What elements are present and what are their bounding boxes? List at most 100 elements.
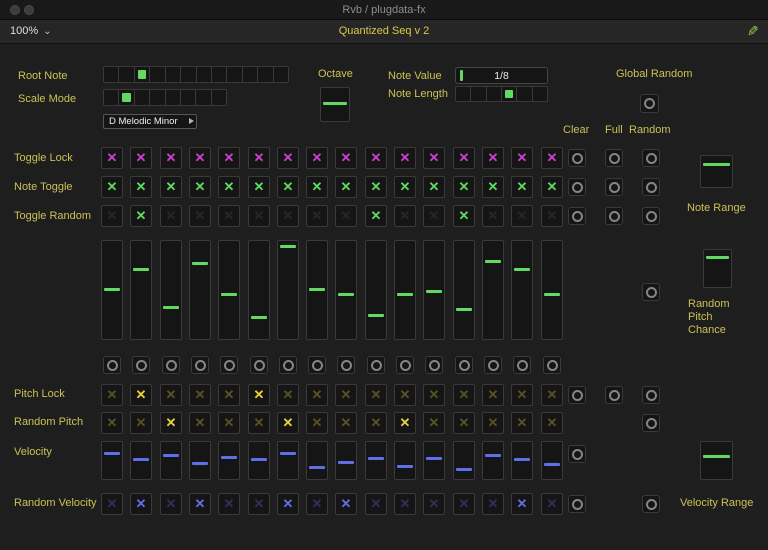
random-pitch-toggle[interactable]: ✕ (335, 412, 357, 434)
edit-pencil-icon[interactable]: ✎ (747, 23, 759, 40)
toggle-lock-toggle[interactable]: ✕ (335, 147, 357, 169)
toggle-lock-toggle[interactable]: ✕ (101, 147, 123, 169)
velocity-slider[interactable] (189, 441, 211, 480)
random-pitch-toggle[interactable]: ✕ (511, 412, 533, 434)
radio-cell[interactable] (517, 87, 533, 101)
velocity-slider[interactable] (482, 441, 504, 480)
random-pitch-toggle[interactable]: ✕ (394, 412, 416, 434)
random-pitch-chance-bang[interactable] (642, 283, 660, 301)
random-pitch-chance-slider[interactable] (703, 249, 732, 288)
toggle-lock-full-bang[interactable] (605, 149, 623, 167)
pitch-lock-toggle[interactable]: ✕ (541, 384, 563, 406)
toggle-lock-toggle[interactable]: ✕ (248, 147, 270, 169)
note-toggle-toggle[interactable]: ✕ (160, 176, 182, 198)
random-velocity-toggle[interactable]: ✕ (453, 493, 475, 515)
random-velocity-toggle[interactable]: ✕ (482, 493, 504, 515)
random-velocity-toggle[interactable]: ✕ (160, 493, 182, 515)
toggle-random-toggle[interactable]: ✕ (306, 205, 328, 227)
note-range-slider[interactable] (700, 155, 733, 188)
pitch-lock-toggle[interactable]: ✕ (101, 384, 123, 406)
note-toggle-toggle[interactable]: ✕ (453, 176, 475, 198)
pitch-lock-toggle[interactable]: ✕ (453, 384, 475, 406)
velocity-slider[interactable] (335, 441, 357, 480)
scale-mode-radio[interactable] (103, 89, 227, 106)
pitch-lock-full-bang[interactable] (605, 386, 623, 404)
random-velocity-toggle[interactable]: ✕ (511, 493, 533, 515)
toggle-random-toggle[interactable]: ✕ (160, 205, 182, 227)
pitch-slider[interactable] (218, 240, 240, 340)
note-toggle-toggle[interactable]: ✕ (130, 176, 152, 198)
toggle-lock-clear-bang[interactable] (568, 149, 586, 167)
velocity-range-slider[interactable] (700, 441, 733, 480)
toggle-random-toggle[interactable]: ✕ (423, 205, 445, 227)
toggle-lock-toggle[interactable]: ✕ (130, 147, 152, 169)
random-pitch-toggle[interactable]: ✕ (189, 412, 211, 434)
pitch-step-bang[interactable] (308, 356, 326, 374)
note-toggle-toggle[interactable]: ✕ (248, 176, 270, 198)
toggle-random-toggle[interactable]: ✕ (130, 205, 152, 227)
pitch-lock-toggle[interactable]: ✕ (423, 384, 445, 406)
random-pitch-toggle[interactable]: ✕ (306, 412, 328, 434)
pitch-lock-toggle[interactable]: ✕ (248, 384, 270, 406)
velocity-slider[interactable] (277, 441, 299, 480)
pitch-lock-toggle[interactable]: ✕ (511, 384, 533, 406)
note-toggle-toggle[interactable]: ✕ (365, 176, 387, 198)
random-velocity-clear-bang[interactable] (568, 495, 586, 513)
random-pitch-toggle[interactable]: ✕ (277, 412, 299, 434)
radio-cell[interactable] (243, 67, 259, 82)
random-velocity-toggle[interactable]: ✕ (218, 493, 240, 515)
pitch-lock-random-bang[interactable] (642, 386, 660, 404)
pitch-slider[interactable] (394, 240, 416, 340)
toggle-random-full-bang[interactable] (605, 207, 623, 225)
toggle-lock-toggle[interactable]: ✕ (482, 147, 504, 169)
pitch-step-bang[interactable] (162, 356, 180, 374)
pitch-slider[interactable] (335, 240, 357, 340)
random-velocity-toggle[interactable]: ✕ (394, 493, 416, 515)
pitch-slider[interactable] (541, 240, 563, 340)
random-velocity-toggle[interactable]: ✕ (130, 493, 152, 515)
radio-cell[interactable] (166, 90, 181, 105)
pitch-slider[interactable] (189, 240, 211, 340)
note-toggle-toggle[interactable]: ✕ (335, 176, 357, 198)
note-toggle-toggle[interactable]: ✕ (423, 176, 445, 198)
pitch-step-bang[interactable] (250, 356, 268, 374)
random-velocity-toggle[interactable]: ✕ (365, 493, 387, 515)
random-pitch-toggle[interactable]: ✕ (248, 412, 270, 434)
pitch-lock-toggle[interactable]: ✕ (394, 384, 416, 406)
note-toggle-toggle[interactable]: ✕ (277, 176, 299, 198)
velocity-slider[interactable] (453, 441, 475, 480)
pitch-step-bang[interactable] (191, 356, 209, 374)
pitch-lock-toggle[interactable]: ✕ (482, 384, 504, 406)
radio-cell[interactable] (274, 67, 288, 82)
pitch-step-bang[interactable] (279, 356, 297, 374)
radio-cell[interactable] (150, 67, 166, 82)
note-toggle-toggle[interactable]: ✕ (511, 176, 533, 198)
velocity-slider[interactable] (101, 441, 123, 480)
velocity-slider[interactable] (130, 441, 152, 480)
pitch-step-bang[interactable] (425, 356, 443, 374)
random-pitch-toggle[interactable]: ✕ (130, 412, 152, 434)
radio-cell[interactable] (471, 87, 487, 101)
note-value-box[interactable]: 1/8 (455, 67, 548, 84)
pitch-step-bang[interactable] (103, 356, 121, 374)
radio-cell[interactable] (487, 87, 502, 101)
toggle-random-toggle[interactable]: ✕ (365, 205, 387, 227)
pitch-slider[interactable] (277, 240, 299, 340)
velocity-slider[interactable] (511, 441, 533, 480)
velocity-slider[interactable] (248, 441, 270, 480)
pitch-slider[interactable] (160, 240, 182, 340)
toggle-lock-toggle[interactable]: ✕ (511, 147, 533, 169)
pitch-step-bang[interactable] (543, 356, 561, 374)
toggle-lock-toggle[interactable]: ✕ (365, 147, 387, 169)
pitch-slider[interactable] (453, 240, 475, 340)
toggle-lock-toggle[interactable]: ✕ (541, 147, 563, 169)
note-toggle-random-bang[interactable] (642, 178, 660, 196)
pitch-lock-toggle[interactable]: ✕ (277, 384, 299, 406)
radio-cell[interactable] (150, 90, 166, 105)
root-note-radio[interactable] (103, 66, 289, 83)
note-toggle-full-bang[interactable] (605, 178, 623, 196)
octave-slider[interactable] (320, 87, 350, 122)
pitch-step-bang[interactable] (132, 356, 150, 374)
pitch-lock-toggle[interactable]: ✕ (365, 384, 387, 406)
random-velocity-toggle[interactable]: ✕ (541, 493, 563, 515)
